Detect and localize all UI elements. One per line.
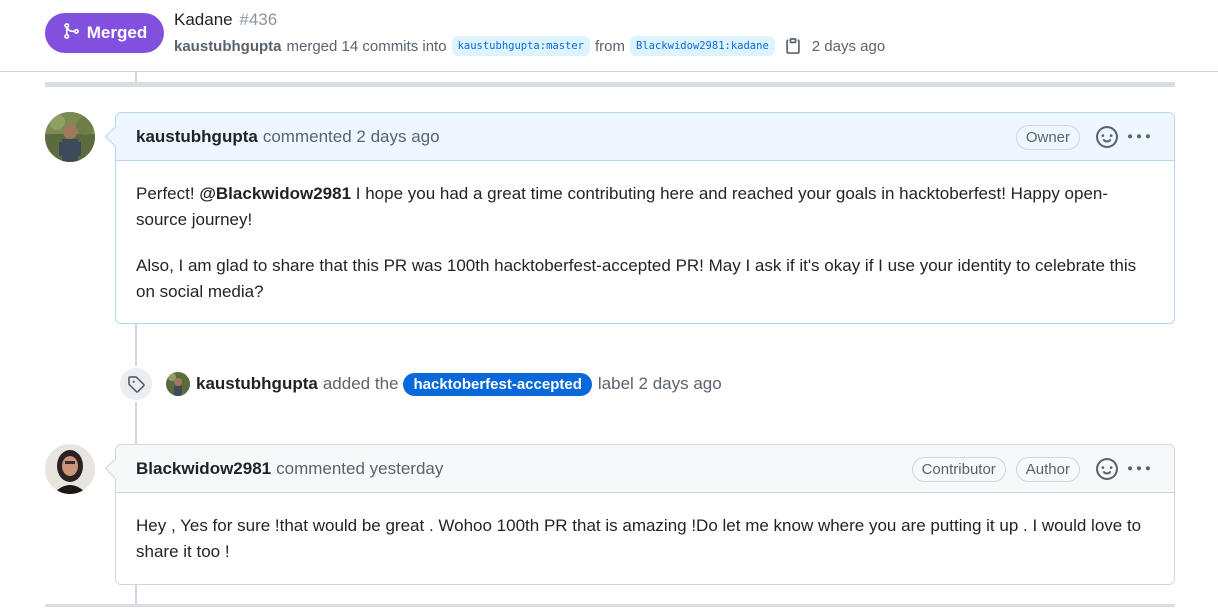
comment-author-link[interactable]: Blackwidow2981 [136, 459, 271, 479]
merged-text: merged 14 commits into [286, 37, 447, 55]
comment-body: Hey , Yes for sure !that would be great … [116, 493, 1174, 585]
merged-state-badge: Merged [45, 13, 164, 53]
base-branch[interactable]: kaustubhgupta:master [451, 36, 591, 56]
git-merge-icon [62, 22, 80, 45]
timeline-divider-top [45, 82, 1175, 87]
comment-body: Perfect! @Blackwidow2981 I hope you had … [116, 161, 1174, 325]
event-action-text: added the [322, 374, 399, 393]
owner-badge: Owner [1015, 124, 1080, 150]
tag-icon [118, 366, 154, 402]
kebab-horizontal-icon[interactable] [1128, 458, 1150, 480]
kebab-horizontal-icon[interactable] [1128, 126, 1150, 148]
smiley-icon[interactable] [1096, 458, 1118, 480]
label-hacktoberfest-accepted[interactable]: hacktoberfest-accepted [403, 372, 592, 396]
comment-text: Perfect! [136, 184, 195, 203]
comment-actions: Owner [1015, 113, 1150, 161]
timeline-divider-bottom [45, 604, 1175, 607]
timeline-line-top [135, 72, 137, 82]
comment-author-link[interactable]: kaustubhgupta [136, 127, 258, 147]
comment-paragraph: Hey , Yes for sure !that would be great … [136, 516, 1142, 561]
avatar[interactable] [45, 444, 95, 494]
pr-title-text: Kadane [174, 10, 233, 29]
author-badge: Author [1015, 456, 1080, 482]
event-suffix-text[interactable]: label 2 days ago [598, 374, 722, 394]
pr-title: Kadane #436 [174, 10, 277, 30]
head-branch[interactable]: Blackwidow2981:kadane [630, 36, 775, 56]
pr-number: #436 [239, 10, 278, 29]
avatar[interactable] [45, 112, 95, 162]
user-mention[interactable]: @Blackwidow2981 [199, 184, 351, 203]
merged-by-link[interactable]: kaustubhgupta [174, 38, 282, 55]
avatar[interactable] [166, 372, 190, 396]
state-label: Merged [86, 23, 148, 42]
label-event: kaustubhgupta added the hacktoberfest-ac… [118, 366, 722, 402]
from-text: from [595, 37, 626, 55]
timeline-line-bottom [135, 584, 137, 605]
pr-sticky-header: Merged Kadane #436 kaustubhgupta merged … [0, 0, 1218, 72]
smiley-icon[interactable] [1096, 126, 1118, 148]
pr-merge-summary: kaustubhgupta merged 14 commits into kau… [174, 35, 885, 57]
merge-time: 2 days ago [811, 37, 886, 55]
comment-paragraph: Also, I am glad to share that this PR wa… [136, 256, 1137, 301]
comment-timestamp[interactable]: commented 2 days ago [263, 127, 440, 147]
comment-timestamp[interactable]: commented yesterday [276, 459, 443, 479]
comment-paragraph: Perfect! @Blackwidow2981 I hope you had … [136, 181, 1154, 233]
event-actor-link[interactable]: kaustubhgupta [196, 374, 318, 394]
copy-icon[interactable] [784, 37, 802, 55]
comment-header: kaustubhgupta commented 2 days ago Owner [116, 113, 1174, 161]
contributor-badge: Contributor [911, 456, 1006, 482]
comment-header: Blackwidow2981 commented yesterday Contr… [116, 445, 1174, 493]
comment-actions: Contributor Author [911, 445, 1150, 493]
comment-owner: kaustubhgupta commented 2 days ago Owner… [115, 112, 1175, 324]
comment-author: Blackwidow2981 commented yesterday Contr… [115, 444, 1175, 585]
